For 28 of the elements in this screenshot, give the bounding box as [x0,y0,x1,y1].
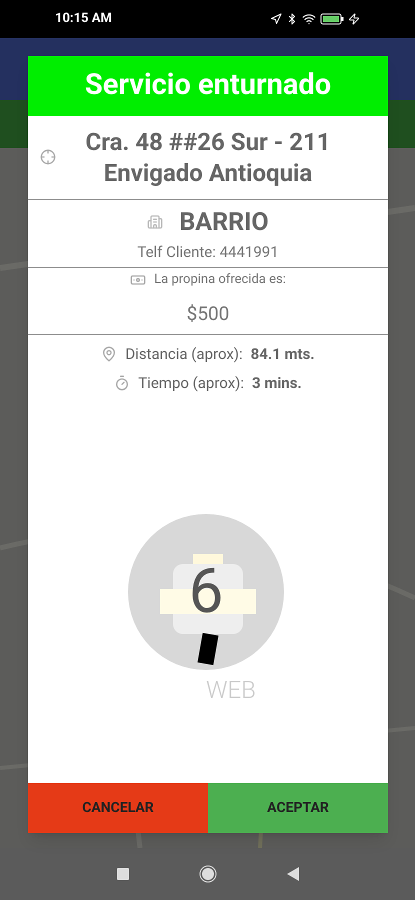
location-target-icon [40,149,56,165]
tip-label: La propina ofrecida es: [154,271,286,289]
dialog-title: Servicio enturnado [28,56,388,116]
recents-icon[interactable] [116,868,128,880]
battery-icon [320,13,344,25]
building-icon [147,214,164,230]
clock-text: 10:15 AM [55,10,112,28]
stat-value: 3 mins. [252,372,302,394]
charging-icon [348,13,360,25]
wifi-icon [302,12,316,26]
queue-number: 6 [188,560,224,622]
accept-button[interactable]: ACEPTAR [208,783,388,833]
neighborhood-text: BARRIO [179,206,269,238]
address-text: Envigado Antioquia [104,158,312,188]
tip-amount: $500 [186,300,230,326]
stat-label: Tiempo (aprox): [138,372,244,394]
location-icon [270,13,282,25]
stat-label: Distancia (aprox): [125,344,243,365]
address-text: Cra. 48 ##26 Sur - 211 [85,126,330,158]
taxi-badge-icon [128,514,284,670]
bluetooth-icon [286,13,298,25]
cancel-button[interactable]: CANCELAR [28,783,208,833]
back-icon[interactable] [286,867,298,881]
phone-text: Telf Cliente: 4441991 [137,242,279,263]
stat-value: 84.1 mts. [250,344,315,365]
map-pin-icon [101,346,118,362]
home-icon[interactable] [198,865,216,883]
stopwatch-icon [114,374,130,391]
